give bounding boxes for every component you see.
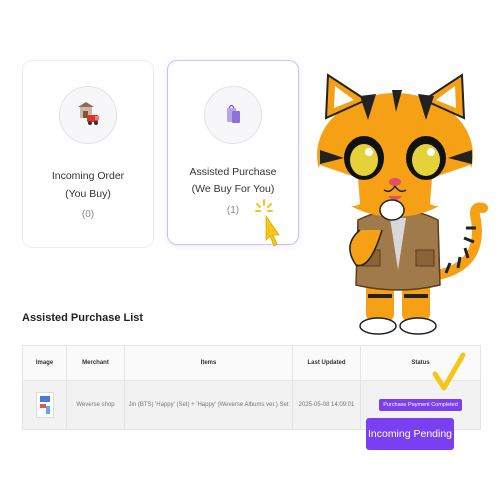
items-cell: Jin (BTS) 'Happy' (Set) + 'Happy' (Wever…	[124, 380, 293, 430]
assisted-purchase-title: Assisted Purchase	[189, 166, 277, 178]
incoming-order-count: (0)	[81, 209, 95, 220]
column-header-last-updated: Last Updated	[292, 345, 361, 381]
assisted-purchase-subtitle: (We Buy For You)	[191, 183, 275, 195]
incoming-order-card[interactable]: Incoming Order (You Buy) (0)	[22, 60, 154, 248]
store-truck-icon	[59, 86, 117, 144]
merchant-cell: Weverse shop	[66, 380, 125, 430]
column-header-image: Image	[22, 345, 67, 381]
last-updated-cell: 2025-05-08 14:09:01	[292, 380, 361, 430]
column-header-items: Items	[124, 345, 293, 381]
incoming-order-title: Incoming Order	[51, 170, 125, 182]
column-header-merchant: Merchant	[66, 345, 125, 381]
checkmark-icon	[432, 352, 466, 399]
assisted-purchase-list-title: Assisted Purchase List	[22, 312, 144, 324]
shopping-bags-icon	[204, 86, 262, 144]
tiger-mascot	[298, 70, 493, 345]
incoming-pending-button[interactable]: Incoming Pending	[366, 418, 454, 450]
status-badge[interactable]: Purchase Payment Completed	[379, 399, 462, 411]
table-header-row: Image Merchant Items Last Updated Status	[22, 345, 481, 381]
pointer-cursor-icon	[254, 198, 282, 265]
incoming-order-subtitle: (You Buy)	[65, 188, 111, 200]
product-thumbnail[interactable]	[22, 380, 67, 430]
